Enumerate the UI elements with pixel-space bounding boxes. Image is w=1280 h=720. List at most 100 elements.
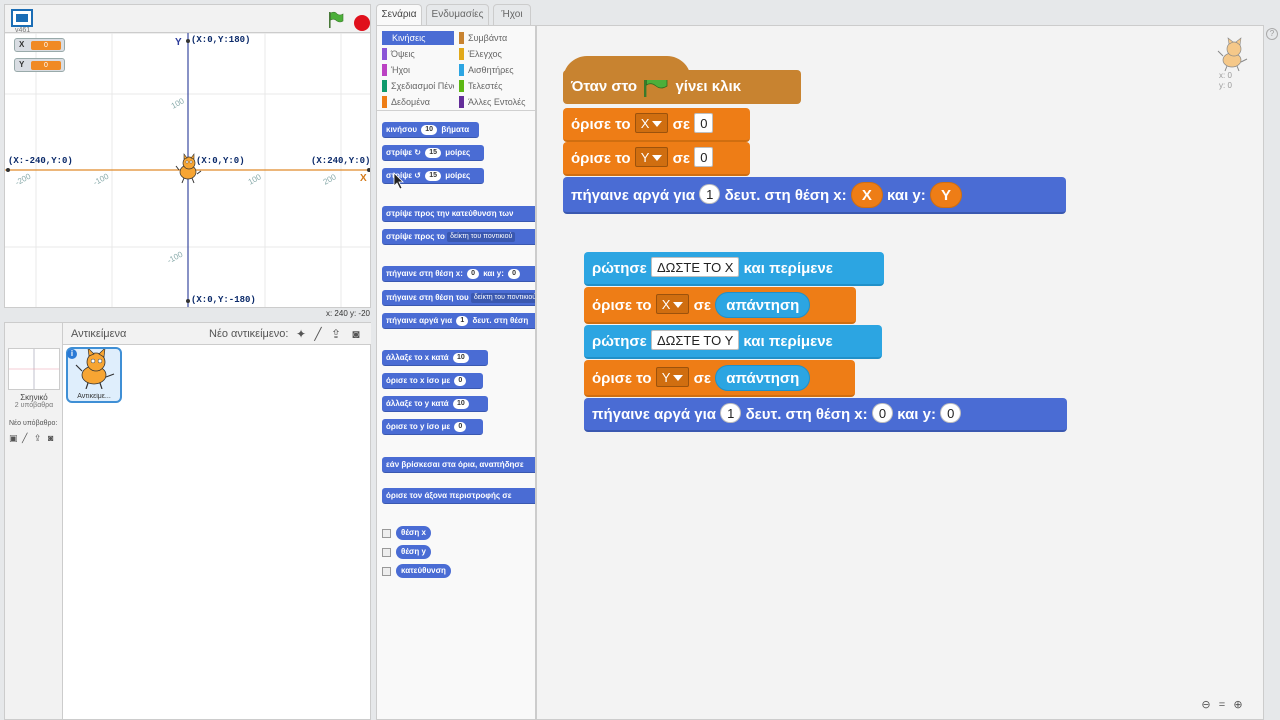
block-move-steps[interactable]: κινήσου 10 βήματα (382, 122, 479, 138)
block-glide-to-xy[interactable]: πήγαινε αργά για 1 δευτ. στη θέση x: 0 κ… (584, 398, 1067, 432)
answer-reporter[interactable]: απάντηση (715, 365, 811, 391)
green-flag-icon[interactable] (327, 11, 345, 29)
category-motion[interactable]: Κινήσεις (382, 31, 454, 45)
question-input[interactable]: ΔΩΣΤΕ ΤΟ Υ (650, 330, 740, 350)
seconds-input[interactable]: 1 (699, 184, 721, 204)
block-set-x[interactable]: όρισε το x ίσο με 0 (382, 373, 483, 389)
value-input[interactable]: 0 (694, 147, 714, 167)
block-dropdown[interactable]: δείκτη του ποντικιού (447, 232, 516, 242)
x-axis-label: X (360, 173, 367, 184)
block-input[interactable]: 10 (452, 399, 469, 409)
block-go-to-target[interactable]: πήγαινε στη θέση του δείκτη του ποντικιο… (382, 290, 535, 306)
reporter-x-position[interactable]: θέση x (396, 526, 431, 540)
block-text: σε (672, 150, 691, 167)
zoom-reset-icon[interactable]: = (1214, 699, 1230, 711)
block-change-x[interactable]: άλλαξε το x κατά 10 (382, 350, 488, 366)
block-dropdown[interactable]: δείκτη του ποντικιού (470, 293, 535, 303)
camera-icon[interactable]: ◙ (48, 433, 60, 443)
stage-column: Σκηνικό 2 υπόβαθρα Νέο υπόβαθρο: ▣ ╱ ⇪ ◙ (5, 323, 63, 719)
paint-brush-icon[interactable]: ╱ (311, 327, 325, 341)
block-input[interactable]: 10 (452, 353, 469, 363)
block-palette: Κινήσεις Όψεις Ήχοι Σχεδιασμοί Πένας Δεδ… (376, 25, 536, 720)
block-set-variable-x[interactable]: όρισε το X σε απάντηση (584, 287, 856, 324)
block-text: όρισε το (571, 150, 631, 167)
block-glide-to-xy[interactable]: πήγαινε αργά για 1 δευτ. στη θέση x: X κ… (563, 177, 1066, 214)
block-input[interactable]: 0 (467, 269, 479, 279)
image-icon[interactable]: ▣ (9, 433, 21, 443)
sprite-library-icon[interactable]: ✦ (294, 327, 308, 341)
block-turn-right[interactable]: στρίψε ↻ 15 μοίρες (382, 145, 484, 161)
variable-dropdown[interactable]: X (634, 113, 669, 133)
block-glide[interactable]: πήγαινε αργά για 1 δευτ. στη θέση (382, 313, 535, 329)
monitor-x[interactable]: X 0 (14, 38, 65, 52)
monitor-value: 0 (31, 41, 61, 50)
category-sound[interactable]: Ήχοι (382, 63, 454, 77)
block-input[interactable]: 0 (454, 422, 467, 432)
block-ask-and-wait[interactable]: ρώτησε ΔΩΣΤΕ ΤΟ Χ και περίμενε (584, 252, 884, 286)
category-pen[interactable]: Σχεδιασμοί Πένας (382, 79, 454, 93)
block-input[interactable]: 15 (425, 171, 441, 181)
block-input[interactable]: 0 (508, 269, 521, 279)
block-point-towards[interactable]: στρίψε προς το δείκτη του ποντικιού (382, 229, 535, 245)
checkbox[interactable] (382, 548, 391, 557)
block-ask-and-wait[interactable]: ρώτησε ΔΩΣΤΕ ΤΟ Υ και περίμενε (584, 325, 882, 359)
block-change-y[interactable]: άλλαξε το y κατά 10 (382, 396, 488, 412)
question-input[interactable]: ΔΩΣΤΕ ΤΟ Χ (650, 257, 740, 277)
help-icon[interactable]: ? (1266, 28, 1278, 40)
reporter-y-position[interactable]: θέση y (396, 545, 431, 559)
y-input[interactable]: 0 (940, 403, 962, 423)
zoom-out-icon[interactable]: ⊖ (1198, 698, 1214, 711)
fullscreen-icon[interactable] (11, 9, 33, 27)
upload-icon[interactable]: ⇪ (34, 433, 46, 443)
paint-brush-icon[interactable]: ╱ (22, 433, 34, 443)
variable-reporter-x[interactable]: X (850, 182, 883, 208)
block-set-variable-y[interactable]: όρισε το Y σε 0 (563, 142, 750, 176)
tab-scripts[interactable]: Σενάρια (376, 4, 422, 26)
variable-dropdown[interactable]: Y (634, 147, 669, 167)
block-input[interactable]: 1 (456, 316, 469, 326)
info-icon[interactable]: i (67, 349, 77, 359)
right-gutter (1264, 25, 1280, 720)
x-input[interactable]: 0 (871, 403, 894, 423)
block-text: μοίρες (445, 148, 471, 157)
block-input[interactable]: 15 (425, 148, 441, 158)
zoom-in-icon[interactable]: ⊕ (1230, 698, 1246, 711)
variable-dropdown[interactable]: X (655, 294, 690, 314)
category-data[interactable]: Δεδομένα (382, 95, 454, 109)
block-text: όρισε το (592, 370, 652, 387)
block-input[interactable]: 0 (454, 376, 467, 386)
stop-icon[interactable] (354, 15, 370, 31)
block-set-variable-y[interactable]: όρισε το Y σε απάντηση (584, 360, 855, 397)
block-input[interactable]: 10 (421, 125, 438, 135)
tab-costumes[interactable]: Ενδυμασίες (426, 4, 489, 26)
monitor-y[interactable]: Y 0 (14, 58, 65, 72)
camera-icon[interactable]: ◙ (349, 327, 363, 341)
answer-reporter[interactable]: απάντηση (715, 292, 811, 318)
category-events[interactable]: Συμβάντα (459, 31, 531, 45)
block-text: σε (672, 116, 691, 133)
tab-sounds[interactable]: Ήχοι (493, 4, 531, 26)
checkbox[interactable] (382, 529, 391, 538)
stage-thumbnail[interactable] (8, 348, 60, 390)
block-set-y[interactable]: όρισε το y ίσο με 0 (382, 419, 483, 435)
category-looks[interactable]: Όψεις (382, 47, 454, 61)
value-input[interactable]: 0 (694, 113, 714, 133)
block-point-in-direction[interactable]: στρίψε προς την κατεύθυνση των (382, 206, 535, 222)
block-bounce[interactable]: εάν βρίσκεσαι στα όρια, αναπήδησε (382, 457, 535, 473)
monitor-value: 0 (31, 61, 61, 70)
variable-dropdown[interactable]: Y (655, 367, 690, 387)
category-sensing[interactable]: Αισθητήρες (459, 63, 531, 77)
variable-reporter-y[interactable]: Y (929, 182, 962, 208)
stage[interactable]: (X:0,Y:180) (X:0,Y:-180) (X:-240,Y:0) (X… (4, 32, 371, 308)
block-go-to-xy[interactable]: πήγαινε στη θέση x: 0 και y: 0 (382, 266, 535, 282)
checkbox[interactable] (382, 567, 391, 576)
block-set-variable-x[interactable]: όρισε το X σε 0 (563, 108, 750, 142)
upload-icon[interactable]: ⇪ (329, 327, 343, 341)
category-control[interactable]: Έλεγχος (459, 47, 531, 61)
seconds-input[interactable]: 1 (720, 403, 742, 423)
block-rotation-style[interactable]: όρισε τον άξονα περιστροφής σε (382, 488, 535, 504)
reporter-direction[interactable]: κατεύθυνση (396, 564, 451, 578)
block-when-flag-clicked[interactable]: Όταν στο γίνει κλικ (563, 56, 801, 104)
category-operators[interactable]: Τελεστές (459, 79, 531, 93)
category-more-blocks[interactable]: Άλλες Εντολές (459, 95, 531, 109)
